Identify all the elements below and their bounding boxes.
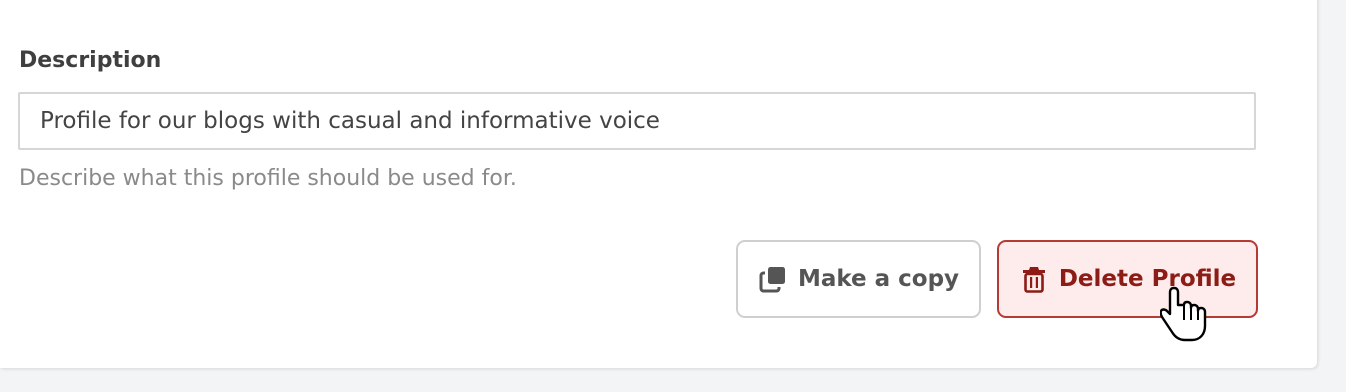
trash-icon [1019, 264, 1049, 294]
make-copy-button[interactable]: Make a copy [736, 240, 981, 318]
description-input[interactable] [18, 92, 1256, 150]
description-help-text: Describe what this profile should be use… [19, 166, 517, 191]
make-copy-label: Make a copy [797, 266, 960, 292]
delete-profile-label: Delete Profile [1058, 266, 1237, 292]
delete-profile-button[interactable]: Delete Profile [997, 240, 1258, 318]
copy-icon [758, 264, 788, 294]
description-label: Description [19, 48, 162, 73]
